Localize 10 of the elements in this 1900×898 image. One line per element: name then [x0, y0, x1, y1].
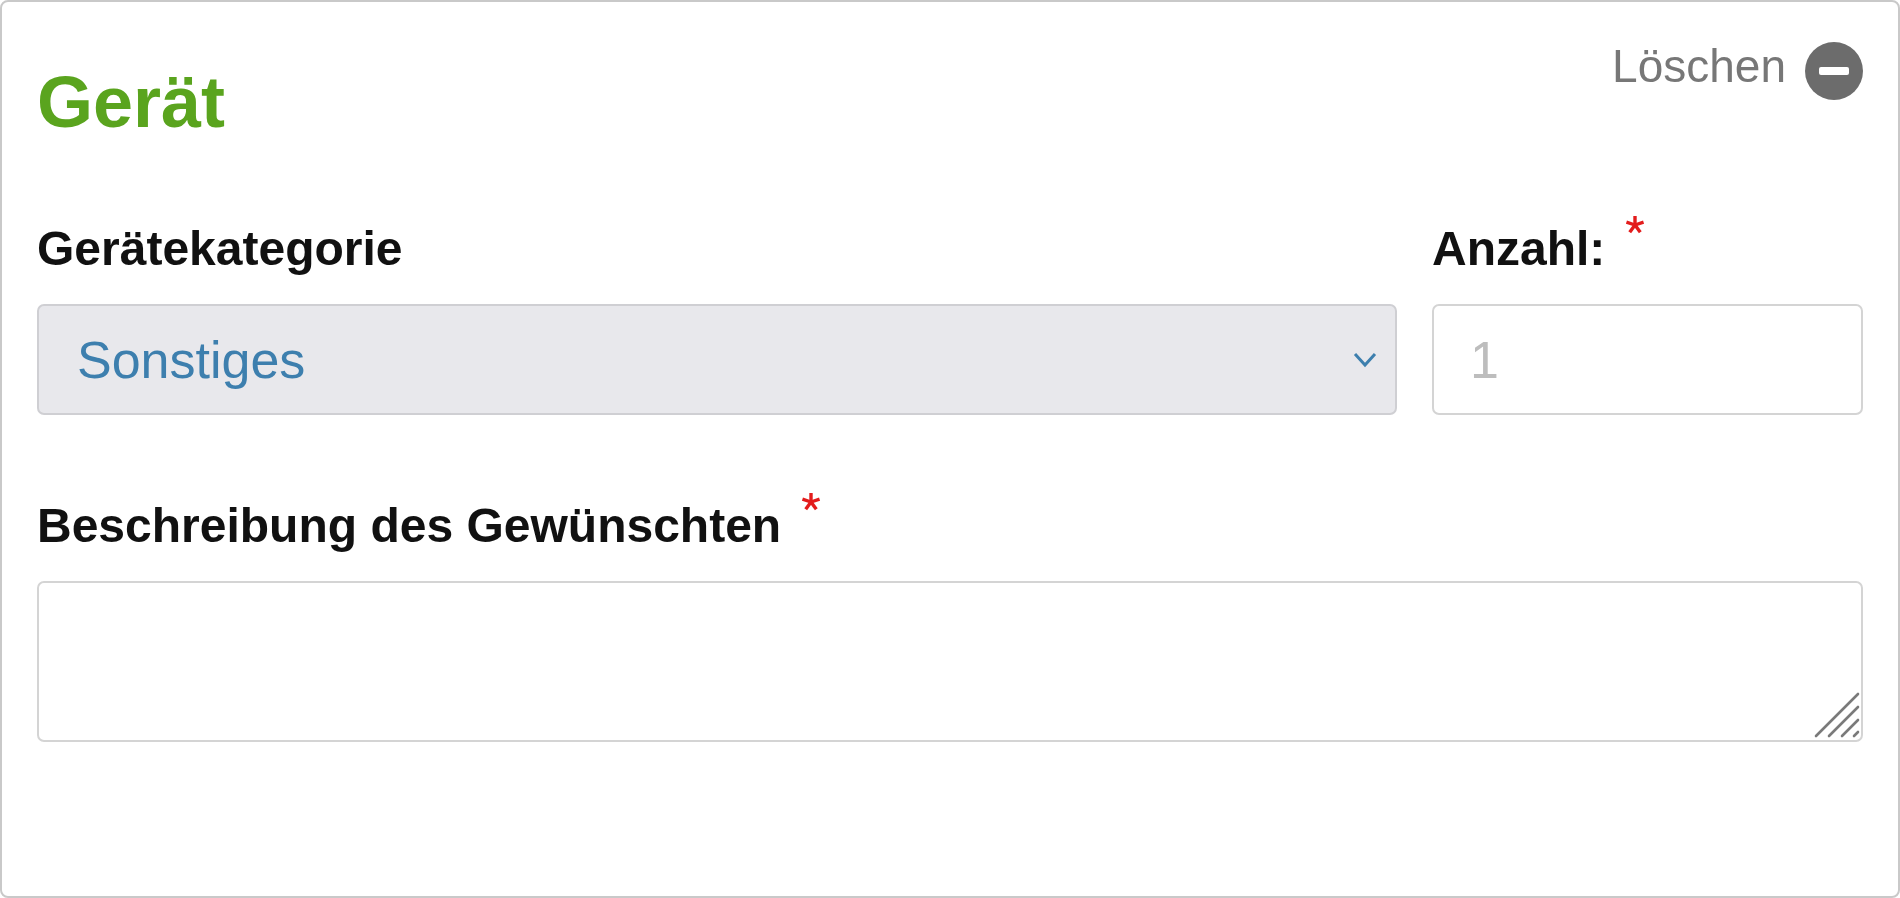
field-label: Anzahl:	[1432, 221, 1606, 277]
delete-button[interactable]: Löschen	[1612, 42, 1863, 100]
dropdown-select[interactable]: Sonstiges	[37, 304, 1397, 415]
card-title: Gerät	[37, 61, 226, 144]
chevron-down-icon	[1353, 351, 1377, 368]
resize-handle-icon[interactable]	[1814, 692, 1860, 738]
field-label: Beschreibung des Gewünschten	[37, 498, 782, 554]
field-label: Gerätekategorie	[37, 221, 403, 277]
minus-circle-icon	[1805, 42, 1863, 100]
number-input[interactable]: 1	[1432, 304, 1863, 415]
